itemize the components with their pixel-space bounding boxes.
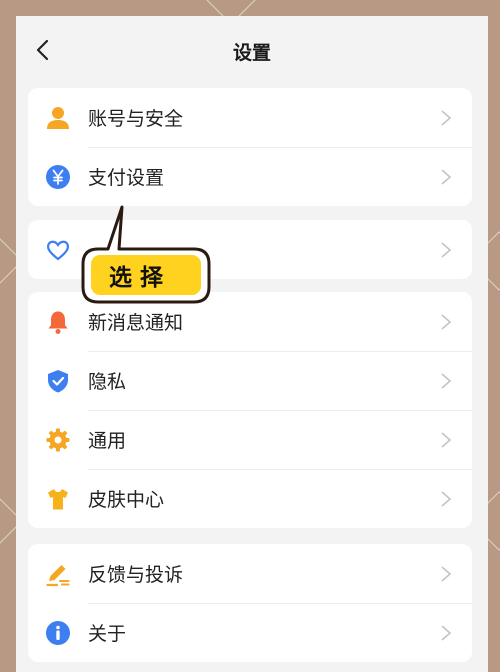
chevron-right-icon	[441, 431, 452, 448]
shield-icon	[44, 367, 72, 395]
settings-item-label: 隐私	[88, 371, 127, 393]
settings-item-privacy[interactable]: 隐私	[28, 351, 472, 410]
settings-item-label: 关于	[88, 623, 127, 645]
chevron-right-icon	[441, 565, 452, 582]
settings-item-label: 支付设置	[88, 167, 165, 189]
settings-group-general: 新消息通知 隐私 通用 皮肤中心	[28, 292, 472, 528]
yen-icon	[44, 163, 72, 191]
settings-group-support: 反馈与投诉 关于	[28, 544, 472, 662]
settings-item-label: 通用	[88, 430, 127, 452]
settings-screen: 设置 账号与安全 支付设置 新消息通知 隐私 通用 皮肤中心 反馈与投诉 关于 …	[16, 16, 488, 672]
settings-item-account-security[interactable]: 账号与安全	[28, 88, 472, 147]
chevron-right-icon	[441, 241, 452, 258]
settings-item-feedback[interactable]: 反馈与投诉	[28, 544, 472, 603]
callout-label: 选择	[109, 265, 171, 291]
settings-item-label: 账号与安全	[88, 108, 184, 130]
settings-item-skin-center[interactable]: 皮肤中心	[28, 469, 472, 528]
info-icon	[44, 619, 72, 647]
chevron-right-icon	[441, 624, 452, 641]
settings-item-label: 皮肤中心	[88, 489, 165, 511]
nav-bar: 设置	[16, 16, 488, 84]
chevron-right-icon	[441, 313, 452, 330]
user-icon	[44, 104, 72, 132]
annotation-callout: 选择	[64, 192, 264, 312]
chevron-right-icon	[441, 168, 452, 185]
tshirt-icon	[44, 485, 72, 513]
settings-group-account: 账号与安全 支付设置	[28, 88, 472, 206]
settings-item-general[interactable]: 通用	[28, 410, 472, 469]
settings-item-label: 新消息通知	[88, 312, 184, 334]
chevron-right-icon	[441, 372, 452, 389]
callout-bubble	[81, 205, 211, 304]
gear-icon	[44, 426, 72, 454]
pencil-icon	[44, 560, 72, 588]
settings-item-label: 反馈与投诉	[88, 564, 184, 586]
chevron-right-icon	[441, 490, 452, 507]
settings-item-about[interactable]: 关于	[28, 603, 472, 662]
page-title: 设置	[232, 42, 271, 64]
chevron-right-icon	[441, 109, 452, 126]
